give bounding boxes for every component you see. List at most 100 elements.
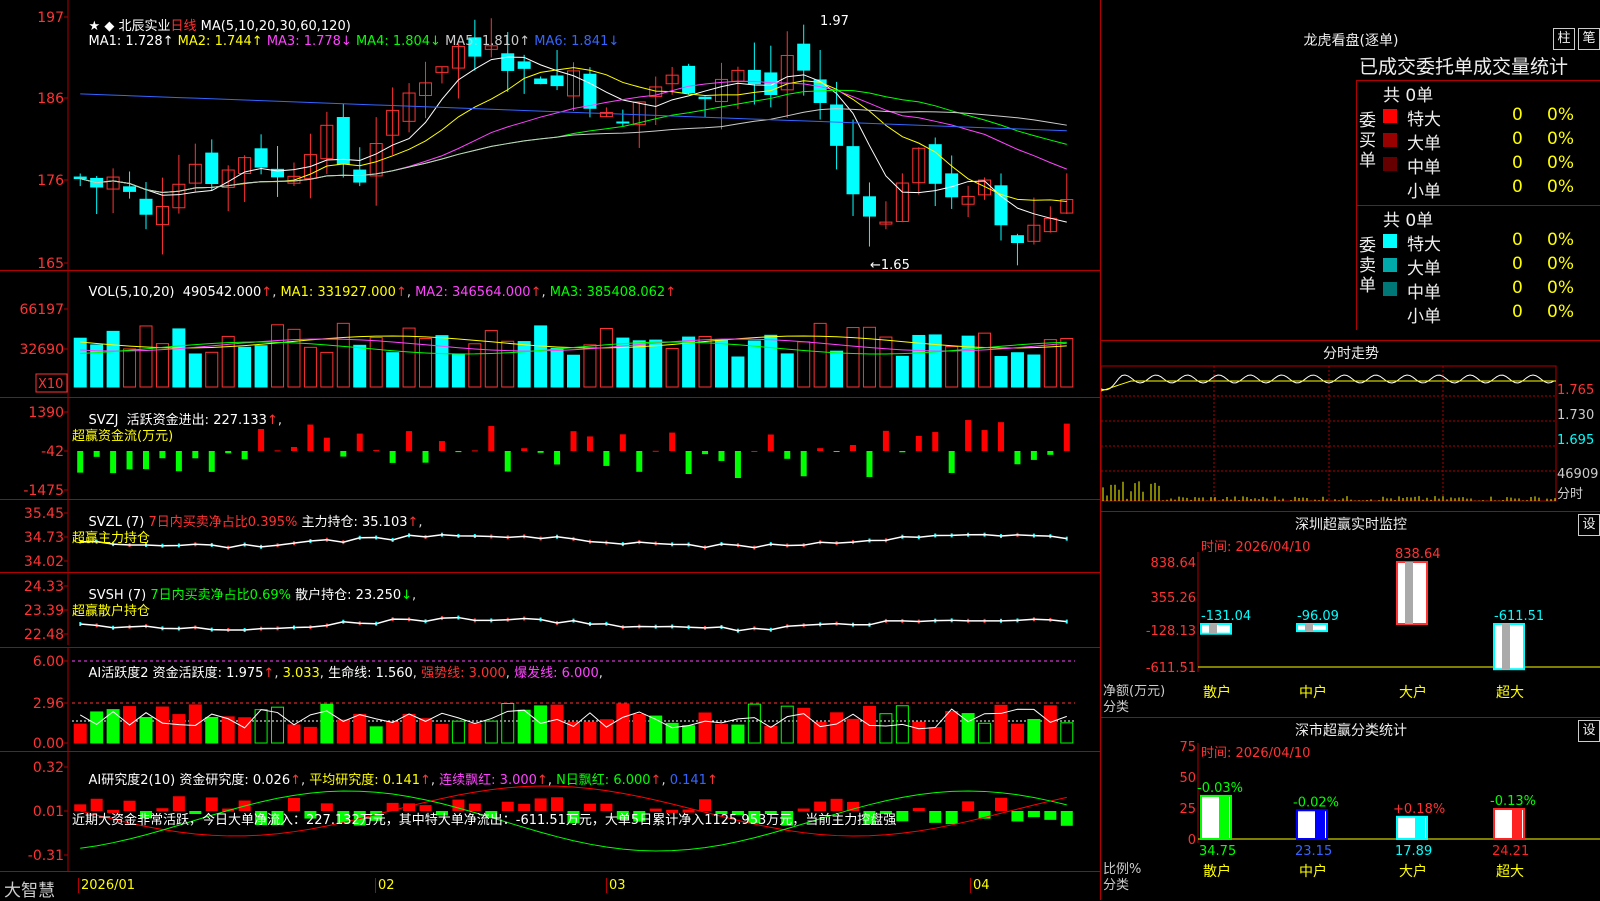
volume-pane[interactable]: 66197 32690 X10 VOL(5,10,20) 490542.000↑, …	[0, 270, 1100, 398]
svzj-pane[interactable]: 1390 -42 -1475 SVZJ 活跃资金进出: 227.133↑, 超赢资金流…	[0, 397, 1100, 500]
svzj-bar	[685, 451, 692, 474]
ai-research-comment: 近期大资金非常活跃，今日大单净流入：227.132万元，其中特大单净流出：-61…	[72, 813, 897, 828]
volume-bar	[205, 351, 219, 388]
volume-bar	[895, 355, 909, 388]
activity-bar	[287, 724, 301, 744]
order-row-label: 特大	[1407, 235, 1441, 255]
activity-bar	[714, 724, 728, 744]
svzl-header: SVZL (7) 7日内买卖净占比0.395% 主力持仓: 35.103↑, 超赢…	[72, 515, 423, 546]
activity-bar	[435, 723, 449, 744]
ai-research-avg: 平均研究度: 0.141	[309, 773, 420, 788]
order-color-swatch	[1383, 306, 1397, 320]
svsh-pane[interactable]: 24.33 23.39 22.48 SVSH (7) 7日内买卖净占比0.69% 散…	[0, 572, 1100, 648]
activity-bar	[238, 717, 252, 744]
research-bar	[896, 811, 909, 822]
activity-bar	[780, 705, 794, 744]
svzj-bar	[915, 435, 922, 451]
activity-bar	[320, 703, 334, 744]
ma-readout-6: MA6: 1.841↓	[534, 34, 624, 49]
pen-mode-button[interactable]: 笔	[1578, 28, 1600, 50]
activity-bar	[698, 712, 712, 744]
order-row-value: 0	[1512, 278, 1523, 298]
svzj-bar	[981, 430, 988, 451]
star-icon[interactable]: ★ ◆	[89, 19, 119, 34]
volume-bar	[468, 343, 482, 388]
period-label[interactable]: 日线	[170, 19, 196, 34]
candle-body	[846, 146, 860, 195]
svzj-bar	[323, 437, 330, 451]
svzl-pane[interactable]: 35.45 34.73 34.02 SVZL (7) 7日内买卖净占比0.395% …	[0, 499, 1100, 573]
bar-mode-button[interactable]: 柱	[1553, 28, 1575, 50]
activity-bar	[1043, 705, 1057, 744]
order-row-label: 小单	[1407, 307, 1441, 327]
sell-order-block: 委卖单 共 0单 特大 0 0% 大单 0 0% 中单 0 0% 小单 0 0%	[1356, 205, 1600, 330]
longhu-title: 龙虎看盘(逐单)	[1303, 33, 1399, 49]
ai-activity-header: AI活跃度2 资金活跃度: 1.975↑, 3.033, 生命线: 1.560,…	[88, 666, 603, 681]
y-tick-label: 6.00	[33, 654, 64, 670]
ai-research-pane[interactable]: 0.32 0.01 -0.31 AI研究度2(10) 资金研究度: 0.026↑, …	[0, 751, 1100, 871]
classify-category-label: 超大	[1496, 864, 1524, 880]
order-color-swatch	[1383, 258, 1397, 272]
svzj-bar	[652, 450, 659, 452]
y-tick-label: 176	[37, 173, 64, 189]
activity-bar	[764, 725, 778, 744]
monitor-panel: 深圳超赢实时监控 设 时间: 2026/04/10 838.64 355.26 -1…	[1100, 512, 1600, 718]
classify-chart: 75 50 25 0 -0.03% 34.75 散户 -0.02% 23.15 中户 +0.18% 1…	[1179, 740, 1600, 880]
volume-bar	[369, 337, 383, 388]
volume-bar	[928, 334, 942, 388]
activity-bar	[386, 721, 400, 744]
y-tick-label: -1475	[23, 483, 64, 499]
volume-bar	[632, 340, 646, 388]
svsh-header: SVSH (7) 7日内买卖净占比0.69% 散户持仓: 23.250↓, 超赢散…	[72, 588, 417, 619]
ai-research-header: AI研究度2(10) 资金研究度: 0.026↑, 平均研究度: 0.141↑,…	[72, 773, 897, 828]
activity-bar	[90, 711, 104, 744]
svsh-ratio: 7日内买卖净占比0.69%	[150, 588, 291, 603]
y-tick-label: 1390	[28, 405, 64, 421]
ma-readout-2: MA2: 1.744↑	[177, 34, 267, 49]
activity-bar	[353, 713, 367, 744]
activity-bar	[1060, 722, 1074, 744]
ai-activity-pane[interactable]: 6.00 2.96 0.00 AI活跃度2 资金活跃度: 1.975↑, 3.033…	[0, 647, 1100, 752]
candle-body	[534, 78, 548, 85]
classify-x-unit: 分类	[1103, 878, 1130, 893]
svzl-hold: 主力持仓: 35.103	[301, 515, 408, 530]
activity-bar	[994, 704, 1008, 744]
activity-bar	[978, 722, 992, 744]
date-tick: 02	[375, 878, 395, 893]
order-row-value: 0	[1512, 105, 1523, 125]
volume-bar	[238, 346, 252, 388]
ma-readout-3: MA3: 1.778↓	[266, 34, 356, 49]
ai-research-label: AI研究度2(10)	[88, 773, 176, 788]
ai-research-nday: N日飘红: 6.000	[556, 773, 651, 788]
svzj-bar	[455, 451, 462, 453]
order-row-pct: 0%	[1547, 177, 1574, 197]
order-row-label: 大单	[1407, 134, 1441, 154]
monitor-value-label: -131.04	[1201, 609, 1251, 624]
monitor-y-tick: 355.26	[1151, 591, 1197, 606]
svzj-bar	[965, 420, 972, 451]
svzj-bar	[586, 436, 593, 451]
svzj-bar	[603, 451, 610, 466]
order-color-swatch	[1383, 282, 1397, 296]
svzj-bar	[636, 451, 643, 472]
order-row-pct: 0%	[1547, 230, 1574, 250]
ai-activity-lifeline: 生命线: 1.560	[328, 666, 413, 681]
intraday-panel[interactable]: 分时走势 1.765 1.730 1.695 46909 分时	[1100, 341, 1600, 512]
activity-bar	[945, 711, 959, 744]
candle-body	[123, 186, 137, 192]
research-bar	[995, 797, 1008, 811]
candle-body	[830, 104, 844, 146]
svzj-sub-label: 超赢资金流(万元)	[72, 429, 174, 444]
y-tick-label: 2.96	[33, 696, 64, 712]
order-row-pct: 0%	[1547, 302, 1574, 322]
candlestick-pane[interactable]: 197 186 176 165 ★ ◆ 北辰实业日线 MA(5,10,20,30,60…	[0, 0, 1100, 273]
order-row-pct: 0%	[1547, 278, 1574, 298]
svzj-bar	[504, 451, 511, 472]
svzj-bar	[899, 451, 906, 453]
date-axis: 大智慧 2026/01 02 03 04	[0, 871, 1100, 901]
monitor-bar-shade	[1405, 562, 1413, 624]
research-bar	[945, 811, 958, 825]
intraday-chart[interactable]	[1101, 361, 1600, 511]
buy-order-block: 委买单 共 0单 特大 0 0% 大单 0 0% 中单 0 0% 小单 0 0%	[1356, 80, 1600, 205]
order-row-label: 特大	[1407, 110, 1441, 130]
